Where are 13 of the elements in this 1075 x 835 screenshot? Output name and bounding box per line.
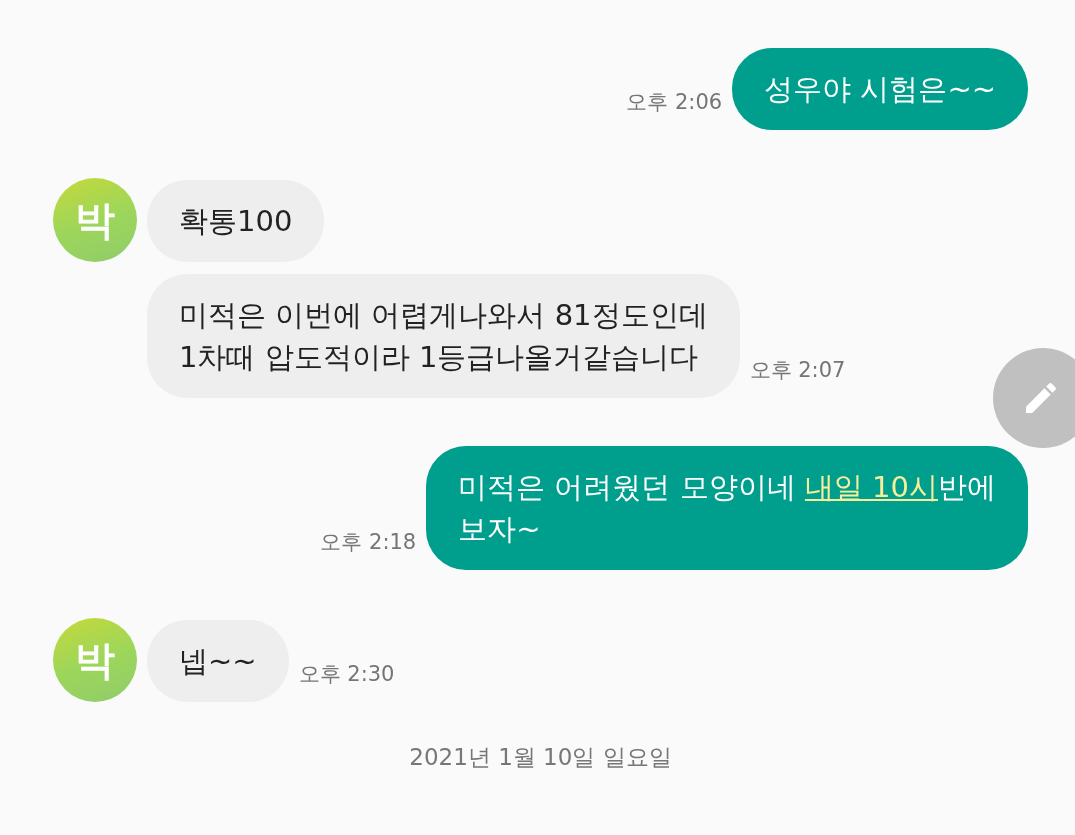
message-time: 오후 2:06: [626, 89, 723, 116]
link[interactable]: 내일 10시: [804, 470, 938, 504]
message-bubble: 확통100: [147, 180, 325, 262]
message-time: 오후 2:07: [749, 357, 846, 384]
avatar[interactable]: 박: [53, 178, 137, 262]
message-bubble: 미적은 이번에 어렵게나와서 81정도인데 1차때 압도적이라 1등급나올거같습니다: [147, 274, 740, 398]
date-divider: 2021년 1월 10일 일요일: [408, 743, 673, 772]
message-bubble: 미적은 어려웠던 모양이네 내일 10시 반에 보자~: [426, 446, 1028, 570]
message-time: 오후 2:30: [298, 661, 395, 688]
avatar[interactable]: 박: [53, 618, 137, 702]
message-bubble: 성우야 시험은~~: [732, 48, 1028, 130]
message-bubble: 넵~~: [147, 620, 289, 702]
message-time: 오후 2:18: [320, 529, 417, 556]
